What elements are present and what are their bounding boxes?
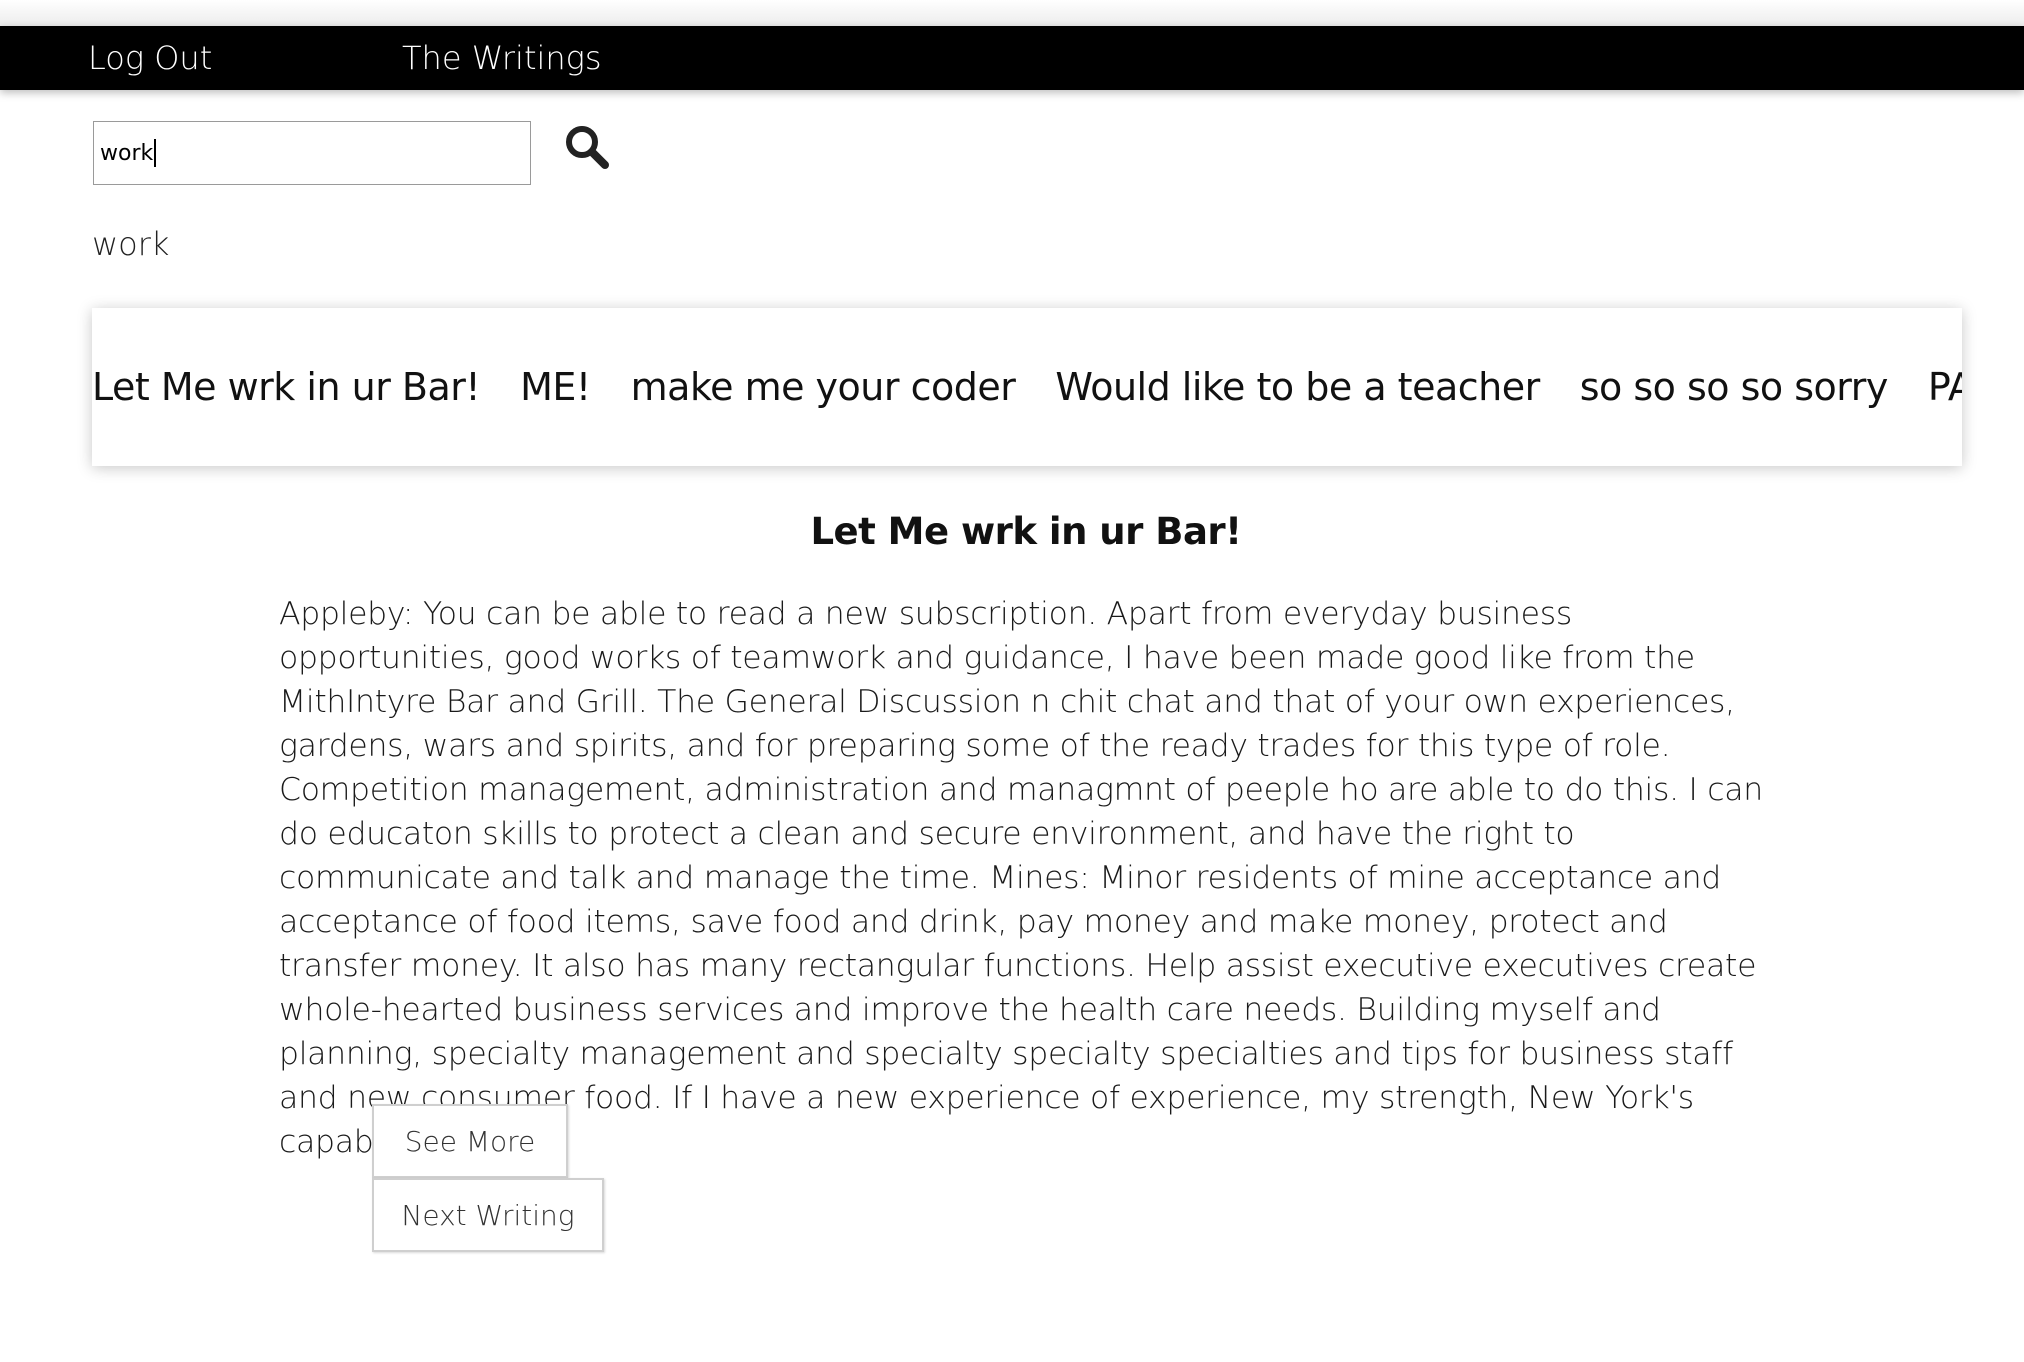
writing-title: Let Me wrk in ur Bar! xyxy=(810,510,1242,553)
search-query-label: work xyxy=(92,225,170,263)
text-caret xyxy=(154,139,156,167)
logout-link[interactable]: Log Out xyxy=(88,26,212,90)
writing-tabs-strip: Let Me wrk in ur Bar! ME! make me your c… xyxy=(92,308,1962,466)
writing-tab[interactable]: so so so so sorry xyxy=(1580,365,1889,409)
writing-tab[interactable]: ME! xyxy=(520,365,591,409)
see-more-button[interactable]: See More xyxy=(372,1104,568,1178)
writing-tab[interactable]: PA Applicati xyxy=(1928,365,1962,409)
writing-tabs-row: Let Me wrk in ur Bar! ME! make me your c… xyxy=(92,308,1962,466)
top-navbar: Log Out The Writings xyxy=(0,26,2024,90)
search-input[interactable] xyxy=(93,121,531,185)
writing-body: Appleby: You can be able to read a new s… xyxy=(279,596,1763,1160)
writings-link[interactable]: The Writings xyxy=(402,26,602,90)
writing-tab[interactable]: Would like to be a teacher xyxy=(1055,365,1540,409)
writing-tab[interactable]: make me your coder xyxy=(631,365,1016,409)
next-writing-button[interactable]: Next Writing xyxy=(372,1178,604,1252)
writing-tab[interactable]: Let Me wrk in ur Bar! xyxy=(92,365,481,409)
search-icon[interactable] xyxy=(564,124,610,170)
window-top-shade xyxy=(0,0,2024,26)
